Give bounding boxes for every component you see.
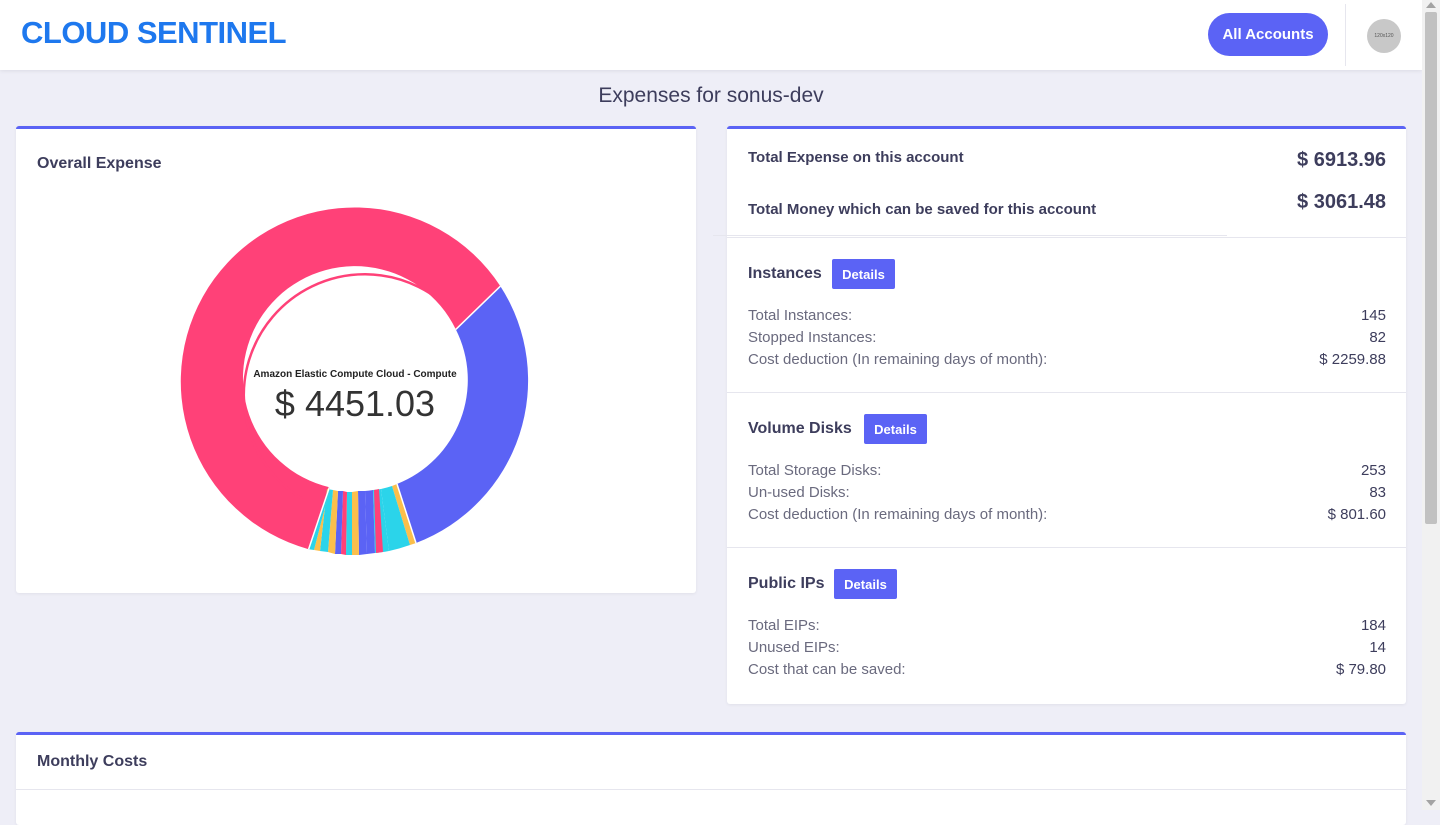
page-title: Expenses for sonus-dev — [598, 84, 824, 107]
expense-donut-chart[interactable] — [179, 205, 531, 557]
page-scrollbar[interactable] — [1422, 0, 1440, 810]
savings-value: $ 3061.48 — [1297, 191, 1386, 213]
donut-segment-9[interactable] — [352, 491, 359, 556]
donut-center-label: Amazon Elastic Compute Cloud - Compute — [253, 369, 457, 380]
app-logo[interactable]: CLOUD SENTINEL — [21, 15, 287, 51]
total-eips-value: 184 — [1360, 617, 1386, 634]
volume-disks-details-button[interactable]: Details — [864, 414, 927, 444]
avatar[interactable]: 120x120 — [1367, 19, 1401, 53]
volume-disks-title: Volume Disks — [748, 420, 852, 437]
unused-disks-label: Un-used Disks: — [748, 484, 850, 501]
all-accounts-button[interactable]: All Accounts — [1208, 13, 1328, 56]
stopped-instances-value: 82 — [1369, 329, 1386, 346]
user-menu: 120x120 — [1345, 4, 1423, 66]
instances-details-button[interactable]: Details — [832, 259, 895, 289]
scroll-up-icon[interactable] — [1426, 2, 1436, 8]
total-storage-disks-value: 253 — [1360, 462, 1386, 479]
eips-cost-value: $ 79.80 — [1335, 661, 1386, 678]
instances-title: Instances — [748, 265, 822, 282]
scroll-down-icon[interactable] — [1426, 800, 1436, 806]
overall-expense-title: Overall Expense — [37, 155, 162, 172]
instances-cost-label: Cost deduction (In remaining days of mon… — [748, 351, 1048, 368]
unused-disks-value: 83 — [1369, 484, 1386, 501]
top-navbar: CLOUD SENTINEL All Accounts 120x120 — [0, 0, 1422, 70]
scrollbar-thumb[interactable] — [1425, 12, 1437, 524]
public-ips-details-button[interactable]: Details — [834, 569, 897, 599]
total-expense-label: Total Expense on this account — [748, 149, 964, 166]
monthly-costs-card: Monthly Costs — [16, 732, 1406, 825]
monthly-costs-title: Monthly Costs — [37, 753, 148, 770]
total-instances-label: Total Instances: — [748, 307, 853, 324]
summary-divider — [727, 237, 1406, 238]
donut-center-value: $ 4451.03 — [274, 383, 436, 424]
savings-label: Total Money which can be saved for this … — [748, 201, 1097, 218]
disks-cost-value: $ 801.60 — [1327, 506, 1386, 523]
total-instances-value: 145 — [1360, 307, 1386, 324]
section-divider — [727, 547, 1406, 548]
monthly-costs-divider — [16, 789, 1406, 790]
unused-eips-label: Unused EIPs: — [748, 639, 840, 656]
section-divider — [727, 392, 1406, 393]
total-expense-value: $ 6913.96 — [1297, 149, 1386, 171]
account-summary-card: Total Expense on this account $ 6913.96 … — [713, 126, 1406, 704]
total-eips-label: Total EIPs: — [748, 617, 820, 634]
instances-cost-value: $ 2259.88 — [1319, 351, 1386, 368]
total-storage-disks-label: Total Storage Disks: — [748, 462, 882, 479]
overall-expense-card: Overall Expense Amazon Elastic Compute C… — [16, 126, 696, 593]
summary-divider-short — [713, 235, 1227, 236]
donut-segment-10[interactable] — [346, 492, 352, 556]
stopped-instances-label: Stopped Instances: — [748, 329, 877, 346]
public-ips-title: Public IPs — [748, 575, 825, 592]
unused-eips-value: 14 — [1369, 639, 1386, 656]
eips-cost-label: Cost that can be saved: — [748, 661, 906, 678]
disks-cost-label: Cost deduction (In remaining days of mon… — [748, 506, 1048, 523]
